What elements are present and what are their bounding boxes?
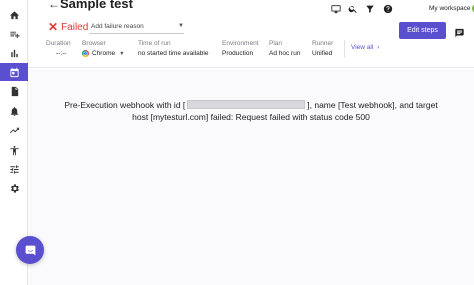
sidebar-item-notifications[interactable] <box>0 102 28 120</box>
sidebar-item-runs[interactable] <box>0 63 28 81</box>
meta-value: Chrome <box>92 50 116 57</box>
home-icon <box>9 10 19 19</box>
search-icon[interactable] <box>348 4 358 14</box>
meta-label: Browser <box>82 40 106 47</box>
page-title: Sample test <box>60 0 133 11</box>
calendar-icon <box>9 67 19 77</box>
bar-chart-icon <box>10 49 18 57</box>
meta-value: no started time available <box>138 50 209 57</box>
meta-value: Ad hoc run <box>269 50 301 57</box>
meta-plan: Plan Ad hoc run <box>269 40 300 57</box>
sidebar-item-home[interactable] <box>0 6 28 24</box>
sidebar-item-reports[interactable] <box>0 44 28 62</box>
view-all-label: View all <box>351 44 374 51</box>
chat-icon <box>25 245 35 255</box>
error-message: Pre-Execution webhook with id [ ], name [… <box>28 99 474 123</box>
bell-icon <box>10 106 18 116</box>
sidebar-item-analytics[interactable] <box>0 121 28 139</box>
app-root: ← Sample test ✕ Failed Add failure reaso… <box>0 0 474 285</box>
main-content: Pre-Execution webhook with id [ ], name [… <box>28 69 474 285</box>
settings-icon <box>10 183 19 193</box>
error-message-text: host [mytesturl.com] failed: Request fai… <box>132 112 370 122</box>
meta-runner: Runner Unified <box>312 40 333 57</box>
meta-value: Unified <box>312 50 333 57</box>
back-arrow-icon[interactable]: ← <box>48 0 60 11</box>
playlist-add-icon <box>9 31 20 38</box>
meta-label: Duration <box>46 40 71 47</box>
view-all-link[interactable]: View all › <box>351 44 379 51</box>
sidebar-item-accessibility[interactable] <box>0 141 28 159</box>
failure-reason-placeholder: Add failure reason <box>91 23 144 30</box>
help-icon[interactable] <box>383 4 393 14</box>
meta-label: Time of run <box>138 40 171 47</box>
tune-icon <box>9 164 19 174</box>
meta-time-of-run: Time of run no started time available <box>138 40 208 57</box>
browser-select[interactable]: Chrome ▼ <box>82 50 125 57</box>
error-message-text: ], name [Test webhook], and target <box>307 100 438 110</box>
chevron-down-icon: ▼ <box>178 23 184 29</box>
comment-icon[interactable] <box>454 25 465 38</box>
meta-label: Environment <box>222 40 259 47</box>
meta-browser: Browser Chrome ▼ <box>82 40 125 57</box>
meta-duration: Duration --:-- <box>46 40 71 57</box>
error-message-text: Pre-Execution webhook with id [ <box>64 100 186 110</box>
chrome-icon <box>82 50 89 57</box>
status-badge: ✕ Failed <box>48 21 88 33</box>
close-icon: ✕ <box>48 20 59 34</box>
status-text: Failed <box>61 21 89 33</box>
sidebar-item-documents[interactable] <box>0 82 28 100</box>
filter-icon[interactable] <box>365 4 375 14</box>
meta-value: Production <box>222 50 254 57</box>
workspace-label[interactable]: My workspace <box>429 5 471 12</box>
sidebar-item-settings[interactable] <box>0 179 28 197</box>
chat-launcher-button[interactable] <box>16 236 44 264</box>
monitor-icon[interactable] <box>331 4 341 14</box>
chevron-right-icon: › <box>377 44 380 51</box>
trending-up-icon <box>9 127 19 133</box>
redacted-id <box>187 100 306 109</box>
accessibility-icon <box>9 145 19 155</box>
run-header: ← Sample test ✕ Failed Add failure reaso… <box>28 0 474 68</box>
edit-steps-button[interactable]: Edit steps <box>399 22 446 39</box>
sidebar-item-test-cases[interactable] <box>0 25 28 43</box>
file-icon <box>11 86 18 96</box>
sidebar-item-configuration[interactable] <box>0 160 28 178</box>
meta-environment: Environment Production <box>222 40 259 57</box>
meta-value: --:-- <box>56 50 67 57</box>
meta-label: Runner <box>312 40 334 47</box>
chevron-down-icon: ▼ <box>119 50 125 57</box>
failure-reason-select[interactable]: Add failure reason ▼ <box>89 22 184 34</box>
divider <box>344 40 345 58</box>
meta-label: Plan <box>269 40 283 47</box>
